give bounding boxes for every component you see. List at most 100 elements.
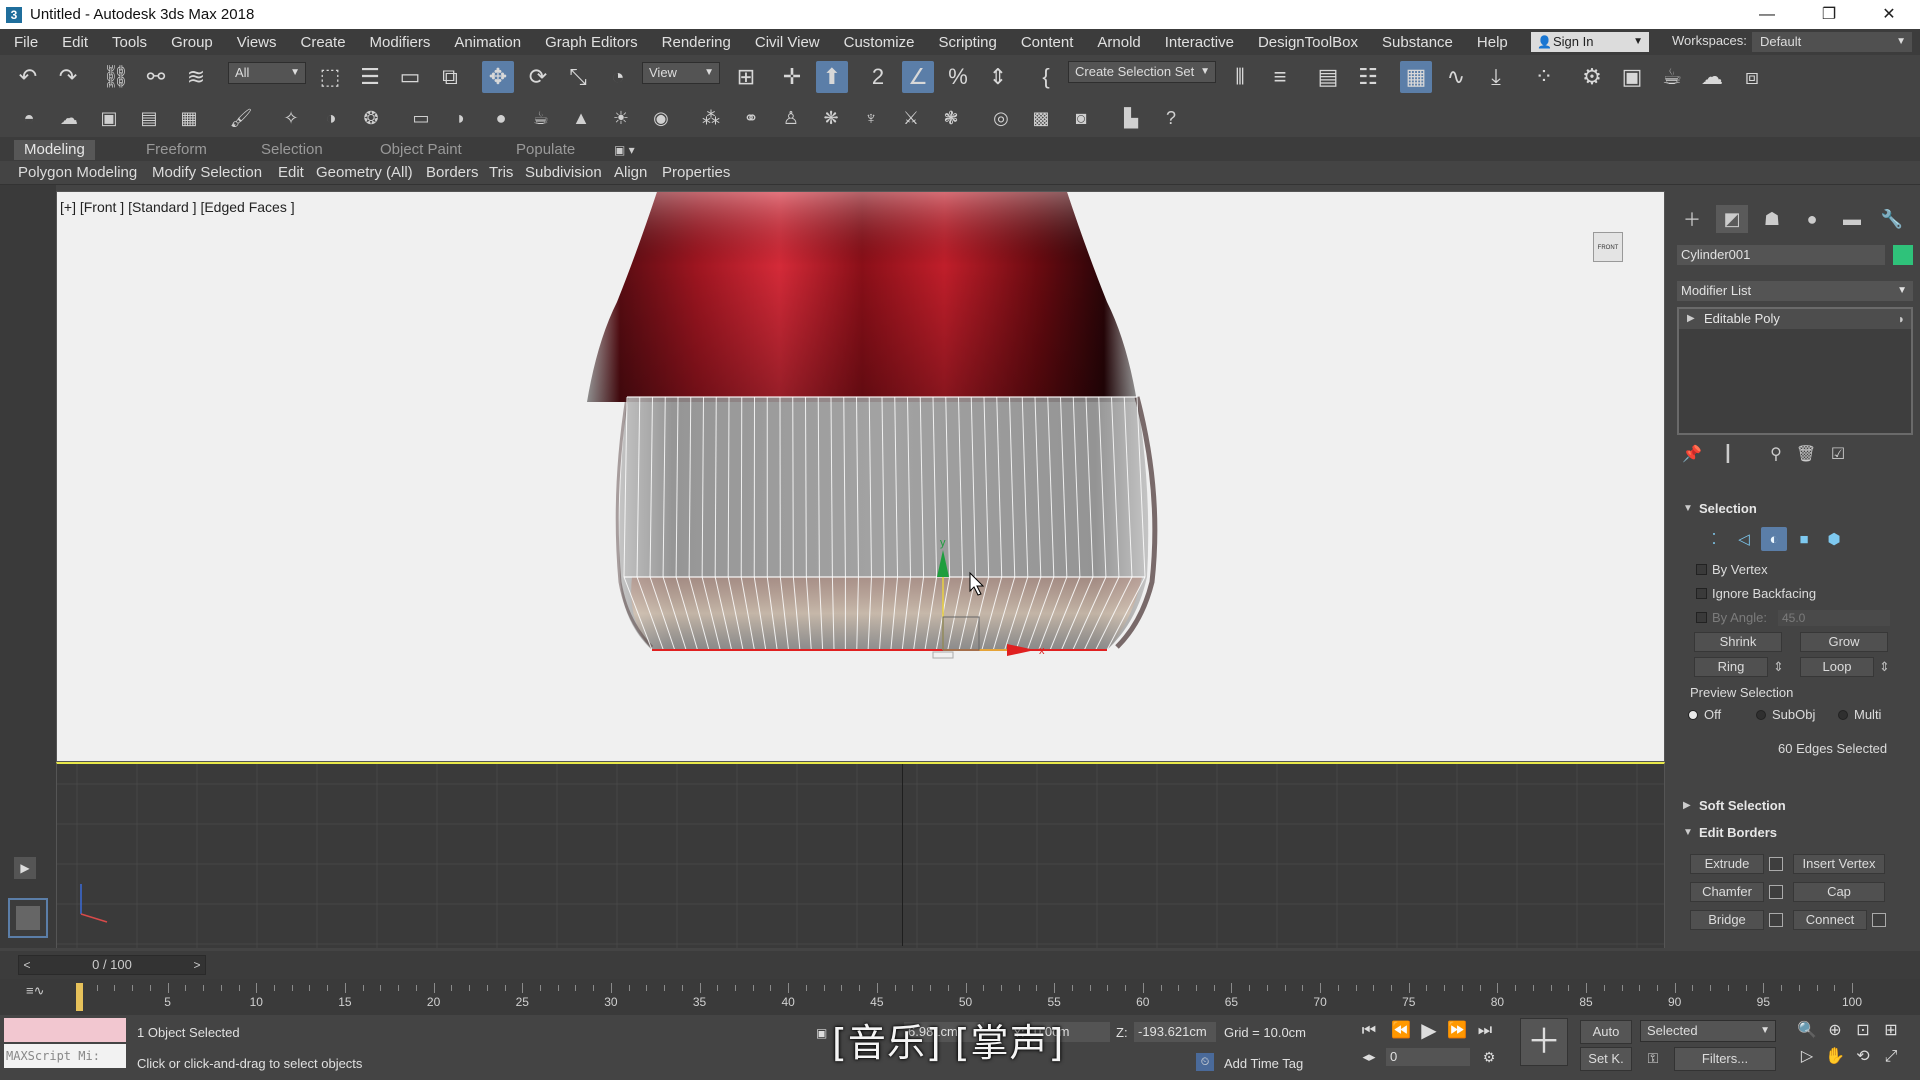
field-of-view-icon[interactable]: ▷ xyxy=(1796,1046,1818,1068)
hair-icon[interactable]: ❋ xyxy=(816,103,846,133)
cloth-icon[interactable]: ♆ xyxy=(856,103,886,133)
ring-spinner-arrows[interactable]: ⇕ xyxy=(1773,659,1784,675)
loop-spinner-arrows[interactable]: ⇕ xyxy=(1879,659,1890,675)
select-and-move-icon[interactable]: ✥ xyxy=(482,61,514,93)
vertex-mode-icon[interactable]: ⁚ xyxy=(1701,527,1727,551)
select-manipulate-icon[interactable]: ✛ xyxy=(776,61,808,93)
toggle-ribbon-icon[interactable]: ☷ xyxy=(1352,61,1384,93)
layer-explorer-icon[interactable]: ▤ xyxy=(1312,61,1344,93)
preview-off-radio[interactable]: Off xyxy=(1688,707,1721,723)
render-setup-icon[interactable]: ⚙ xyxy=(1576,61,1608,93)
sign-in-dropdown[interactable]: 👤 Sign In ▼ xyxy=(1531,32,1649,52)
material-preset-icon[interactable]: ▣ xyxy=(94,103,124,133)
menu-scripting[interactable]: Scripting xyxy=(926,34,1008,51)
next-frame-icon[interactable]: ⏩ xyxy=(1446,1020,1468,1042)
loop-button[interactable]: Loop xyxy=(1800,657,1874,677)
select-and-scale-icon[interactable]: ⤡ xyxy=(562,61,594,93)
environment-icon[interactable]: ◙ xyxy=(1066,103,1096,133)
sun-light-icon[interactable]: ☀ xyxy=(606,103,636,133)
soft-selection-rollout-header[interactable]: ▶ Soft Selection xyxy=(1677,796,1915,816)
make-unique-icon[interactable]: ⚲ xyxy=(1764,443,1788,467)
viewport-perspective[interactable] xyxy=(56,762,1665,948)
ribbon-properties[interactable]: Properties xyxy=(662,163,730,183)
maxscript-listener-output[interactable] xyxy=(4,1018,126,1042)
grow-button[interactable]: Grow xyxy=(1800,632,1888,652)
configure-modifier-sets-icon[interactable]: ☑ xyxy=(1826,443,1850,467)
lathe-icon[interactable]: ☁ xyxy=(54,103,84,133)
modifier-list-dropdown[interactable]: Modifier List ▼ xyxy=(1677,281,1913,301)
time-tag-icon[interactable]: ⏲ xyxy=(1196,1053,1214,1071)
next-frame-button[interactable]: > xyxy=(189,956,205,974)
undo-icon[interactable]: ↶ xyxy=(12,61,44,93)
viewport-layout-thumbnail[interactable] xyxy=(8,898,48,938)
selection-rollout-header[interactable]: ▼ Selection xyxy=(1677,499,1915,519)
align-icon[interactable]: ≡ xyxy=(1264,61,1296,93)
prev-frame-button[interactable]: < xyxy=(19,956,35,974)
menu-customize[interactable]: Customize xyxy=(832,34,927,51)
zoom-all-icon[interactable]: ⊕ xyxy=(1824,1020,1846,1042)
key-mode-toggle-icon[interactable]: ⚿ xyxy=(1642,1047,1664,1069)
select-and-place-icon[interactable]: ◔ xyxy=(602,61,634,93)
orbit-icon[interactable]: ⟲ xyxy=(1852,1046,1874,1068)
snaps-toggle-icon[interactable]: 2 xyxy=(862,61,894,93)
massfx-icon[interactable]: ⚔ xyxy=(896,103,926,133)
border-mode-icon[interactable]: ◐ xyxy=(1761,527,1787,551)
ribbon-geometry-all[interactable]: Geometry (All) xyxy=(316,163,413,183)
rotate-tool-icon[interactable]: ◑ xyxy=(316,103,346,133)
workspace-dropdown[interactable]: Default ▼ xyxy=(1752,32,1912,52)
render-in-cloud-icon[interactable]: ⧈ xyxy=(1736,61,1768,93)
menu-group[interactable]: Group xyxy=(159,34,225,51)
extrude-settings-icon[interactable] xyxy=(1769,857,1783,871)
schematic-view-icon[interactable]: ⁘ xyxy=(1528,61,1560,93)
menu-file[interactable]: File xyxy=(0,34,50,51)
reference-coordinate-dropdown[interactable]: View ▼ xyxy=(642,62,720,84)
menu-designtoolbox[interactable]: DesignToolBox xyxy=(1246,34,1370,51)
pivot-center-icon[interactable]: ⊞ xyxy=(730,61,762,93)
bridge-settings-icon[interactable] xyxy=(1769,913,1783,927)
connect-button[interactable]: Connect xyxy=(1793,910,1867,930)
polygon-mode-icon[interactable]: ■ xyxy=(1791,527,1817,551)
pin-stack-icon[interactable]: 📌 xyxy=(1680,443,1704,467)
ribbon-align[interactable]: Align xyxy=(614,163,647,183)
select-by-name-icon[interactable]: ☰ xyxy=(354,61,386,93)
bind-spacewarp-icon[interactable]: ≋ xyxy=(180,61,212,93)
zoom-icon[interactable]: 🔍 xyxy=(1796,1020,1818,1042)
populate-icon[interactable]: ❃ xyxy=(936,103,966,133)
keyboard-shortcut-override-icon[interactable]: ⬆ xyxy=(816,61,848,93)
time-configuration-icon[interactable]: ⚙ xyxy=(1478,1046,1500,1068)
mirror-icon[interactable]: ⫴ xyxy=(1224,61,1256,93)
menu-modifiers[interactable]: Modifiers xyxy=(358,34,443,51)
paint-icon[interactable]: 🖌 xyxy=(226,103,256,133)
named-selection-dropdown[interactable]: Create Selection Set ▼ xyxy=(1068,61,1216,83)
particle-flow-icon[interactable]: ⁂ xyxy=(696,103,726,133)
material-sphere-icon[interactable]: ◎ xyxy=(986,103,1016,133)
maximize-button[interactable]: ❐ xyxy=(1800,0,1858,29)
menu-help[interactable]: Help xyxy=(1465,34,1520,51)
ribbon-modify-selection[interactable]: Modify Selection xyxy=(152,163,262,183)
particle-icon[interactable]: ❂ xyxy=(356,103,386,133)
extrude-button[interactable]: Extrude xyxy=(1690,854,1764,874)
previous-frame-icon[interactable]: ⏪ xyxy=(1390,1020,1412,1042)
tab-object-paint[interactable]: Object Paint xyxy=(370,140,472,160)
play-preview-icon[interactable]: ▶ xyxy=(14,857,36,879)
spray-icon[interactable]: ✧ xyxy=(276,103,306,133)
rectangular-selection-icon[interactable]: ▭ xyxy=(394,61,426,93)
ribbon-options-icon[interactable]: ▣ ▾ xyxy=(604,140,645,160)
chamfer-settings-icon[interactable] xyxy=(1769,885,1783,899)
cone-icon[interactable]: ▲ xyxy=(566,103,596,133)
select-object-icon[interactable]: ⬚ xyxy=(314,61,346,93)
viewport-config-icon[interactable]: ▙ xyxy=(1116,103,1146,133)
viewport-front[interactable]: y x xyxy=(56,191,1665,762)
ribbon-edit[interactable]: Edit xyxy=(278,163,304,183)
modify-tab-icon[interactable]: ◩ xyxy=(1716,205,1748,233)
play-icon[interactable]: ▶ xyxy=(1418,1020,1440,1042)
dope-sheet-icon[interactable]: ⤓ xyxy=(1480,61,1512,93)
utilities-tab-icon[interactable]: 🔧 xyxy=(1876,205,1908,233)
redo-icon[interactable]: ↷ xyxy=(52,61,84,93)
shrink-button[interactable]: Shrink xyxy=(1694,632,1782,652)
menu-arnold[interactable]: Arnold xyxy=(1085,34,1152,51)
menu-interactive[interactable]: Interactive xyxy=(1153,34,1246,51)
tab-selection[interactable]: Selection xyxy=(251,140,333,160)
go-to-start-icon[interactable]: ⏮ xyxy=(1358,1020,1380,1042)
ribbon-borders[interactable]: Borders xyxy=(426,163,479,183)
